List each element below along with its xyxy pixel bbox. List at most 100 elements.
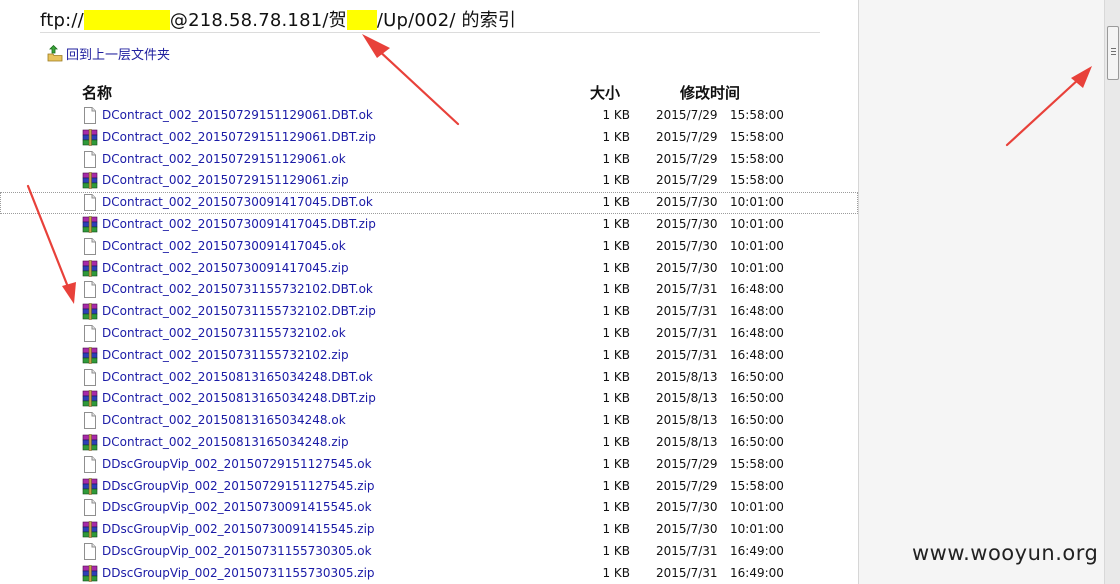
file-date: 2015/7/29 [656,151,718,166]
page-title: ftp:// @218.58.78.181/贺/Up/002/ 的索引 [40,6,516,32]
title-scheme: ftp:// [40,10,84,31]
file-link[interactable]: DDscGroupVip_002_20150730091415545.ok [102,500,372,514]
file-link[interactable]: DContract_002_20150731155732102.DBT.zip [102,304,376,318]
file-date: 2015/7/30 [656,216,718,231]
zip-archive-icon [82,259,98,277]
file-link[interactable]: DContract_002_20150730091417045.zip [102,261,349,275]
ftp-directory-page: ftp:// @218.58.78.181/贺/Up/002/ 的索引 回到上一层… [0,0,859,584]
file-time: 16:48:00 [730,304,784,319]
file-date: 2015/8/13 [656,434,718,449]
file-link[interactable]: DContract_002_20150729151129061.zip [102,173,349,187]
file-link[interactable]: DContract_002_20150729151129061.ok [102,152,346,166]
file-time: 10:01:00 [730,238,784,253]
file-time: 16:49:00 [730,543,784,558]
file-size: 1 KB [602,304,630,319]
scrollbar-thumb[interactable] [1107,26,1119,80]
file-link[interactable]: DDscGroupVip_002_20150730091415545.zip [102,522,375,536]
file-size: 1 KB [602,108,630,122]
file-row: DContract_002_20150813165034248.DBT.zip 1… [0,388,858,410]
file-date: 2015/7/31 [656,543,718,558]
file-row: DDscGroupVip_002_20150731155730305.ok 1 K… [0,541,858,563]
file-size: 1 KB [602,413,630,428]
file-size: 1 KB [602,500,630,515]
file-time: 10:01:00 [730,216,784,231]
zip-archive-icon [82,172,98,190]
file-size: 1 KB [602,565,630,580]
file-date: 2015/7/29 [656,173,718,188]
file-row: DContract_002_20150730091417045.DBT.zip 1… [0,214,858,236]
file-time: 10:01:00 [730,522,784,537]
file-time: 15:58:00 [730,108,784,122]
file-date: 2015/7/30 [656,522,718,537]
file-row: DDscGroupVip_002_20150730091415545.zip 1 … [0,519,858,541]
zip-archive-icon [82,216,98,233]
file-link[interactable]: DContract_002_20150731155732102.ok [102,326,346,340]
column-header-modified[interactable]: 修改时间 [680,82,740,103]
file-link[interactable]: DContract_002_20150729151129061.DBT.ok [102,108,373,122]
file-time: 15:58:00 [730,129,784,144]
column-header-size[interactable]: 大小 [590,82,620,103]
zip-archive-icon [82,434,98,451]
title-divider [40,32,820,33]
file-date: 2015/7/31 [656,325,718,340]
file-size: 1 KB [602,478,630,493]
file-time: 16:50:00 [730,434,784,449]
file-row: DDscGroupVip_002_20150730091415545.ok 1 K… [0,497,858,519]
file-row: DContract_002_20150731155732102.DBT.zip 1… [0,301,858,323]
file-row: DContract_002_20150729151129061.ok 1 KB 20… [0,149,858,171]
zip-archive-icon [82,521,98,538]
file-link[interactable]: DContract_002_20150730091417045.DBT.zip [102,217,376,231]
file-link[interactable]: DDscGroupVip_002_20150731155730305.ok [102,544,372,558]
file-date: 2015/7/30 [656,500,718,515]
file-time: 16:50:00 [730,391,784,406]
file-link[interactable]: DContract_002_20150731155732102.zip [102,348,349,362]
file-size: 1 KB [602,238,630,253]
file-time: 15:58:00 [730,478,784,493]
file-size: 1 KB [602,151,630,166]
title-path-suffix: /Up/002/ 的索引 [376,10,517,31]
file-size: 1 KB [602,260,630,275]
parent-folder-link[interactable]: 回到上一层文件夹 [47,44,170,63]
file-time: 15:58:00 [730,173,784,188]
scrollbar-grip-icon [1111,48,1116,57]
file-date: 2015/7/29 [656,108,718,122]
file-link[interactable]: DDscGroupVip_002_20150731155730305.zip [102,566,375,580]
file-link[interactable]: DContract_002_20150729151129061.DBT.zip [102,130,376,144]
file-row: DContract_002_20150730091417045.DBT.ok 1 … [0,192,858,214]
file-size: 1 KB [602,282,630,297]
file-link[interactable]: DContract_002_20150813165034248.ok [102,413,346,427]
column-header-name[interactable]: 名称 [82,82,112,103]
file-link[interactable]: DContract_002_20150813165034248.DBT.ok [102,370,373,384]
file-link[interactable]: DContract_002_20150731155732102.DBT.ok [102,282,373,296]
zip-archive-icon [82,477,98,495]
vertical-scrollbar[interactable] [1104,0,1120,584]
file-link[interactable]: DContract_002_20150813165034248.zip [102,435,349,449]
file-icon [82,499,98,517]
file-icon [82,324,98,342]
file-link[interactable]: DContract_002_20150730091417045.DBT.ok [102,195,373,209]
zip-archive-icon [82,390,98,408]
file-icon [82,281,98,299]
up-folder-icon [47,45,63,62]
file-date: 2015/7/30 [656,260,718,275]
file-link[interactable]: DDscGroupVip_002_20150729151127545.zip [102,479,375,493]
file-size: 1 KB [602,347,630,362]
redaction-directory [346,10,377,30]
file-date: 2015/7/29 [656,456,718,471]
file-size: 1 KB [602,195,630,210]
file-link[interactable]: DContract_002_20150813165034248.DBT.zip [102,391,376,405]
file-size: 1 KB [602,434,630,449]
file-size: 1 KB [602,391,630,406]
file-date: 2015/7/30 [656,195,718,210]
file-size: 1 KB [602,522,630,537]
file-icon [82,368,98,386]
file-row: DDscGroupVip_002_20150729151127545.ok 1 K… [0,454,858,476]
file-row: DContract_002_20150729151129061.zip 1 KB 2… [0,170,858,192]
file-row: DContract_002_20150731155732102.ok 1 KB 20… [0,323,858,345]
file-link[interactable]: DDscGroupVip_002_20150729151127545.ok [102,457,372,471]
file-date: 2015/7/30 [656,238,718,253]
file-icon [82,150,98,168]
zip-archive-icon [82,129,98,146]
file-time: 15:58:00 [730,456,784,471]
file-link[interactable]: DContract_002_20150730091417045.ok [102,239,346,253]
